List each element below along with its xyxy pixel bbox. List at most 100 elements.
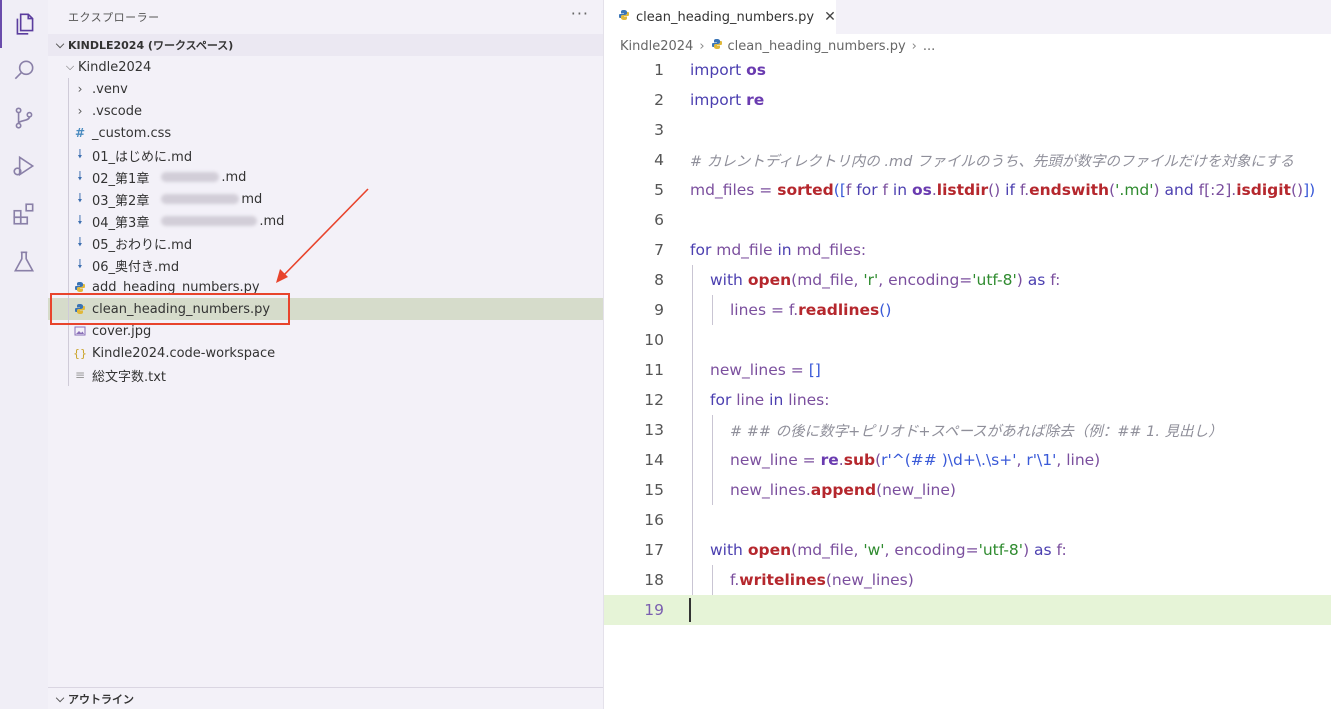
tree-item-label: 06_奥付き.md	[92, 259, 180, 275]
code-line: 11 new_lines = []	[604, 355, 1331, 385]
indent-guide	[692, 295, 693, 325]
editor-area: clean_heading_numbers.py ✕ Kindle2024 › …	[603, 0, 1331, 709]
code-text: for md_file in md_files:	[690, 241, 867, 259]
line-number: 15	[644, 481, 664, 499]
line-number: 2	[654, 91, 664, 109]
code-line: 2 import re	[604, 85, 1331, 115]
markdown-file-icon: 🠗	[77, 234, 83, 249]
tree-item-label: 01_はじめに.md	[92, 149, 193, 165]
markdown-file-icon: 🠗	[77, 146, 83, 161]
indent-guide	[68, 78, 69, 386]
activity-bar	[0, 0, 48, 709]
workspace-header[interactable]: ⌵ KINDLE2024 (ワークスペース)	[48, 34, 603, 56]
line-number: 13	[644, 421, 664, 439]
indent-guide	[712, 565, 713, 595]
chevron-right-icon: ›	[699, 38, 705, 54]
breadcrumb-item[interactable]: Kindle2024	[620, 39, 693, 54]
tree-item-label: cover.jpg	[92, 323, 152, 339]
code-text: import os	[690, 61, 766, 79]
indent-guide	[712, 415, 713, 445]
tree-item-code-workspace[interactable]: {} Kindle2024.code-workspace	[48, 342, 603, 364]
line-number: 14	[644, 451, 664, 469]
css-file-icon: #	[74, 126, 86, 140]
image-file-icon	[72, 323, 88, 339]
tree-item-label: Kindle2024.code-workspace	[92, 345, 276, 361]
source-control-icon[interactable]	[0, 94, 48, 142]
code-line: 16	[604, 505, 1331, 535]
testing-flask-icon[interactable]	[0, 238, 48, 286]
tree-item-md-01[interactable]: 🠗 01_はじめに.md	[48, 144, 603, 166]
code-line: 7 for md_file in md_files:	[604, 235, 1331, 265]
line-number: 10	[644, 331, 664, 349]
search-icon[interactable]	[0, 46, 48, 94]
tree-item-label: 05_おわりに.md	[92, 237, 193, 253]
indent-guide	[692, 505, 693, 535]
chevron-right-icon: ›	[911, 38, 917, 54]
code-line: 17 with open(md_file, 'w', encoding='utf…	[604, 535, 1331, 565]
tree-item-label: 総文字数.txt	[92, 369, 167, 385]
run-debug-icon[interactable]	[0, 142, 48, 190]
tree-item-label: 02_第1章	[92, 171, 150, 187]
breadcrumb-item[interactable]: ...	[923, 39, 935, 54]
json-file-icon: {}	[73, 346, 87, 360]
code-line: 5 md_files = sorted([f for f in os.listd…	[604, 175, 1331, 205]
line-number: 12	[644, 391, 664, 409]
indent-guide	[692, 355, 693, 385]
line-number: 7	[654, 241, 664, 259]
python-file-icon	[711, 38, 723, 54]
code-text: f.writelines(new_lines)	[730, 571, 914, 589]
indent-guide	[692, 445, 693, 475]
line-number: 18	[644, 571, 664, 589]
tab-label: clean_heading_numbers.py	[636, 9, 815, 25]
python-file-icon	[618, 9, 630, 25]
code-text: lines = f.readlines()	[730, 301, 892, 319]
code-line: 6	[604, 205, 1331, 235]
tab-clean-heading-numbers[interactable]: clean_heading_numbers.py ✕	[604, 0, 836, 34]
code-comment: # カレントディレクトリ内の .md ファイルのうち、先頭が数字のファイルだけを…	[690, 153, 1295, 170]
close-icon[interactable]: ✕	[824, 9, 836, 25]
chevron-right-icon: ›	[77, 104, 83, 118]
indent-guide	[692, 415, 693, 445]
tree-item-label: .venv	[92, 81, 128, 97]
more-actions-icon[interactable]: ···	[571, 4, 589, 23]
indent-guide	[712, 475, 713, 505]
chevron-right-icon: ›	[77, 82, 83, 96]
tree-item-suffix: md	[241, 191, 263, 207]
tree-item-venv[interactable]: › .venv	[48, 78, 603, 100]
breadcrumb-item[interactable]: clean_heading_numbers.py	[728, 39, 906, 54]
tree-item-suffix: .md	[221, 169, 247, 185]
code-text: import re	[690, 91, 765, 109]
tree-item-custom-css[interactable]: # _custom.css	[48, 122, 603, 144]
chevron-down-icon: ⌵	[65, 60, 75, 73]
tree-item-txt[interactable]: ≡ 総文字数.txt	[48, 364, 603, 386]
indent-guide	[692, 535, 693, 565]
tree-item-label: .vscode	[92, 103, 142, 119]
code-text: new_line = re.sub(r'^(## )\d+\.\s+', r'\…	[730, 451, 1101, 469]
markdown-file-icon: 🠗	[77, 212, 83, 227]
indent-guide	[692, 325, 693, 355]
indent-guide	[692, 565, 693, 595]
tree-item-vscode[interactable]: › .vscode	[48, 100, 603, 122]
outline-section-header[interactable]: ⌵ アウトライン	[48, 687, 603, 709]
folder-label: Kindle2024	[78, 59, 152, 75]
folder-kindle2024[interactable]: ⌵ Kindle2024	[48, 56, 603, 78]
code-text: new_lines.append(new_line)	[730, 481, 956, 499]
markdown-file-icon: 🠗	[77, 168, 83, 183]
highlight-box-annotation	[50, 293, 290, 325]
code-line-current: 19	[604, 595, 1331, 625]
chevron-down-icon: ⌵	[55, 38, 65, 51]
chevron-down-icon: ⌵	[55, 691, 65, 705]
explorer-icon[interactable]	[0, 0, 48, 48]
code-text: with open(md_file, 'r', encoding='utf-8'…	[710, 271, 1061, 289]
line-number: 1	[654, 61, 664, 79]
line-number: 6	[654, 211, 664, 229]
tree-item-label: _custom.css	[92, 125, 172, 141]
markdown-file-icon: 🠗	[77, 256, 83, 271]
code-line: 9 lines = f.readlines()	[604, 295, 1331, 325]
outline-label: アウトライン	[68, 692, 134, 706]
extensions-icon[interactable]	[0, 190, 48, 238]
code-comment: # ## の後に数字+ピリオド+スペースがあれば除去（例：## 1. 見出し）	[730, 423, 1223, 440]
code-line: 13 # ## の後に数字+ピリオド+スペースがあれば除去（例：## 1. 見出…	[604, 415, 1331, 445]
indent-guide	[712, 445, 713, 475]
indent-guide	[712, 295, 713, 325]
